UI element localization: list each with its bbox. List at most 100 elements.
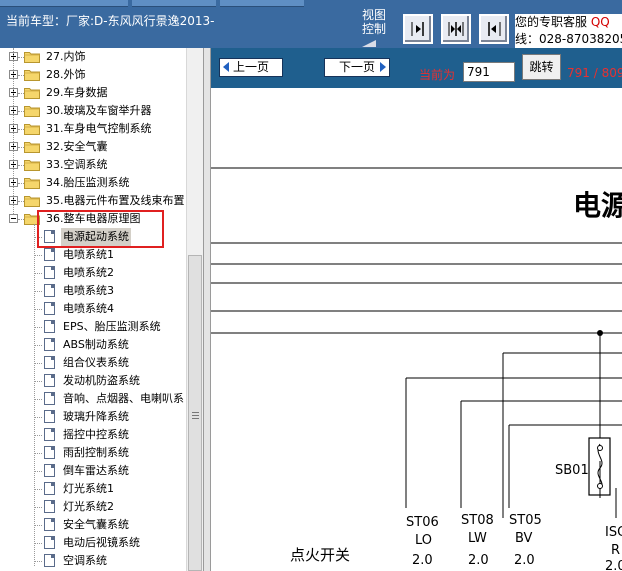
- document-icon: [44, 464, 55, 477]
- folder-icon: [24, 177, 40, 189]
- folder-icon: [24, 195, 40, 207]
- tree-leaf-item[interactable]: EPS、胎压监测系统: [0, 318, 161, 336]
- tree-leaf-label: 雨刮控制系统: [63, 446, 129, 459]
- tree-folder-label: 29.车身数据: [46, 86, 108, 99]
- document-icon: [44, 338, 55, 351]
- document-icon: [44, 446, 55, 459]
- tree-leaf-item[interactable]: 灯光系统1: [0, 480, 160, 498]
- jump-button[interactable]: 跳转: [522, 54, 561, 80]
- tree-leaf-item[interactable]: 灯光系统2: [0, 498, 160, 516]
- fuse-terminal: [597, 445, 603, 451]
- wire-color-label: LO: [415, 533, 432, 548]
- tree-leaf-item[interactable]: 电喷系统4: [0, 300, 160, 318]
- tree-leaf-label: 安全气囊系统: [63, 518, 129, 531]
- document-icon: [44, 428, 55, 441]
- ignition-switch-label: 点火开关: [290, 546, 350, 564]
- document-icon: [44, 500, 55, 513]
- tree-leaf-item[interactable]: 电动后视镜系统: [0, 534, 160, 552]
- tree-folder[interactable]: 34.胎压监测系统: [0, 174, 186, 192]
- tree-leaf-item[interactable]: 雨刮控制系统: [0, 444, 160, 462]
- document-icon: [44, 374, 55, 387]
- tree-folder[interactable]: 28.外饰: [0, 66, 186, 84]
- wire-color-label: LW: [468, 531, 487, 546]
- toolbar-tab-strip: [132, 0, 216, 7]
- tree-scrollbar[interactable]: [186, 48, 203, 571]
- tree-leaf-item[interactable]: 摇控中控系统: [0, 426, 160, 444]
- tree-folder[interactable]: 31.车身电气控制系统: [0, 120, 186, 138]
- folder-icon: [24, 105, 40, 117]
- page-nav-bar: 上一页 下一页 当前为 跳转 791 / 809: [211, 48, 622, 88]
- tree-leaf-item[interactable]: 发动机防盗系统: [0, 372, 160, 390]
- page-number-input[interactable]: [463, 62, 515, 82]
- tree-folder[interactable]: 35.电器元件布置及线束布置: [0, 192, 186, 210]
- tree-leaf-item[interactable]: 安全气囊系统: [0, 516, 160, 534]
- fit-both-icon: [448, 22, 464, 36]
- tree-leaf-label: 玻璃升降系统: [63, 410, 129, 423]
- tree-leaf-item[interactable]: 电喷系统2: [0, 264, 160, 282]
- tree-leaf-label: 电喷系统2: [63, 266, 114, 279]
- tree-leaf-item[interactable]: 电喷系统3: [0, 282, 160, 300]
- toolbar-tab-strip: [220, 0, 304, 7]
- document-icon: [44, 284, 55, 297]
- document-icon: [44, 392, 55, 405]
- view-left-button[interactable]: [479, 14, 509, 44]
- tree-leaf-item[interactable]: 音响、点烟器、电喇叭系: [0, 390, 184, 408]
- view-control-marker: [362, 40, 376, 47]
- tree-leaf-item[interactable]: ABS制动系统: [0, 336, 160, 354]
- folder-icon: [24, 69, 40, 81]
- folder-icon: [24, 87, 40, 99]
- tree-leaf-item[interactable]: 组合仪表系统: [0, 354, 160, 372]
- tree-folder-label: 27.内饰: [46, 50, 86, 63]
- folder-icon: [24, 123, 40, 135]
- tree-folder[interactable]: 29.车身数据: [0, 84, 186, 102]
- collapse-icon[interactable]: [9, 214, 18, 223]
- tree-folder[interactable]: 30.玻璃及车窗举升器: [0, 102, 186, 120]
- document-icon: [44, 410, 55, 423]
- annotation-highlight-box: [37, 210, 164, 248]
- document-icon: [44, 320, 55, 333]
- tree-leaf-label: 电动后视镜系统: [63, 536, 140, 549]
- top-toolbar: 当前车型：厂家:D-东风风行景逸2013- 视图 控制 您的专职客服 QQ 线：…: [0, 0, 622, 48]
- prev-page-button[interactable]: 上一页: [219, 58, 283, 77]
- toolbar-tab-strip: [0, 0, 128, 7]
- wire-size-label: 2.0: [412, 553, 433, 568]
- qq-link[interactable]: QQ: [591, 15, 610, 29]
- tree-folder-label: 30.玻璃及车窗举升器: [46, 104, 152, 117]
- tree-leaf-label: ABS制动系统: [63, 338, 129, 351]
- tree-folder[interactable]: 32.安全气囊: [0, 138, 186, 156]
- arrow-right-icon: [411, 22, 424, 36]
- tree-leaf-label: 组合仪表系统: [63, 356, 129, 369]
- tree-folder-label: 34.胎压监测系统: [46, 176, 130, 189]
- tree-scrollbar-thumb[interactable]: [188, 255, 202, 571]
- catalog-tree-panel: 27.内饰 28.外饰 29.车身数据 30.玻璃及车窗举升器 31.车身电气控制系统 3…: [0, 48, 203, 571]
- tree-leaf-label: EPS、胎压监测系统: [63, 320, 161, 333]
- fuse-terminal: [597, 483, 603, 489]
- junction-dot: [597, 330, 603, 336]
- tree-folder-label: 28.外饰: [46, 68, 86, 81]
- tree-leaf-label: 电喷系统3: [63, 284, 114, 297]
- tree-folder-label: 35.电器元件布置及线束布置: [46, 194, 185, 207]
- document-icon: [44, 518, 55, 531]
- tree-leaf-label: 灯光系统1: [63, 482, 114, 495]
- wire-code-label: ST06: [406, 515, 439, 530]
- next-page-button[interactable]: 下一页: [324, 58, 390, 77]
- tree-folder[interactable]: 27.内饰: [0, 48, 186, 66]
- tree-folder-label: 33.空调系统: [46, 158, 108, 171]
- view-fit-button[interactable]: [441, 14, 471, 44]
- tree-leaf-item[interactable]: 电喷系统1: [0, 246, 160, 264]
- document-icon: [44, 536, 55, 549]
- tree-leaf-label: 摇控中控系统: [63, 428, 129, 441]
- document-icon: [44, 266, 55, 279]
- view-right-button[interactable]: [403, 14, 433, 44]
- circuit-diagram-viewer: 电源 SB01 ST06 LO 2.0 ST08 LW 2.0 ST05 BV …: [211, 88, 622, 571]
- tree-leaf-item[interactable]: 倒车雷达系统: [0, 462, 160, 480]
- view-control-label: 视图 控制: [361, 8, 386, 36]
- wire-code-label: ST05: [509, 513, 542, 528]
- arrow-left-icon: [223, 62, 229, 72]
- tree-leaf-item[interactable]: 玻璃升降系统: [0, 408, 160, 426]
- panel-splitter[interactable]: [203, 48, 211, 571]
- wire-size-label: 2.0: [605, 559, 622, 571]
- wire-color-label: BV: [515, 531, 533, 546]
- tree-folder[interactable]: 33.空调系统: [0, 156, 186, 174]
- tree-leaf-item[interactable]: 空调系统: [0, 552, 160, 570]
